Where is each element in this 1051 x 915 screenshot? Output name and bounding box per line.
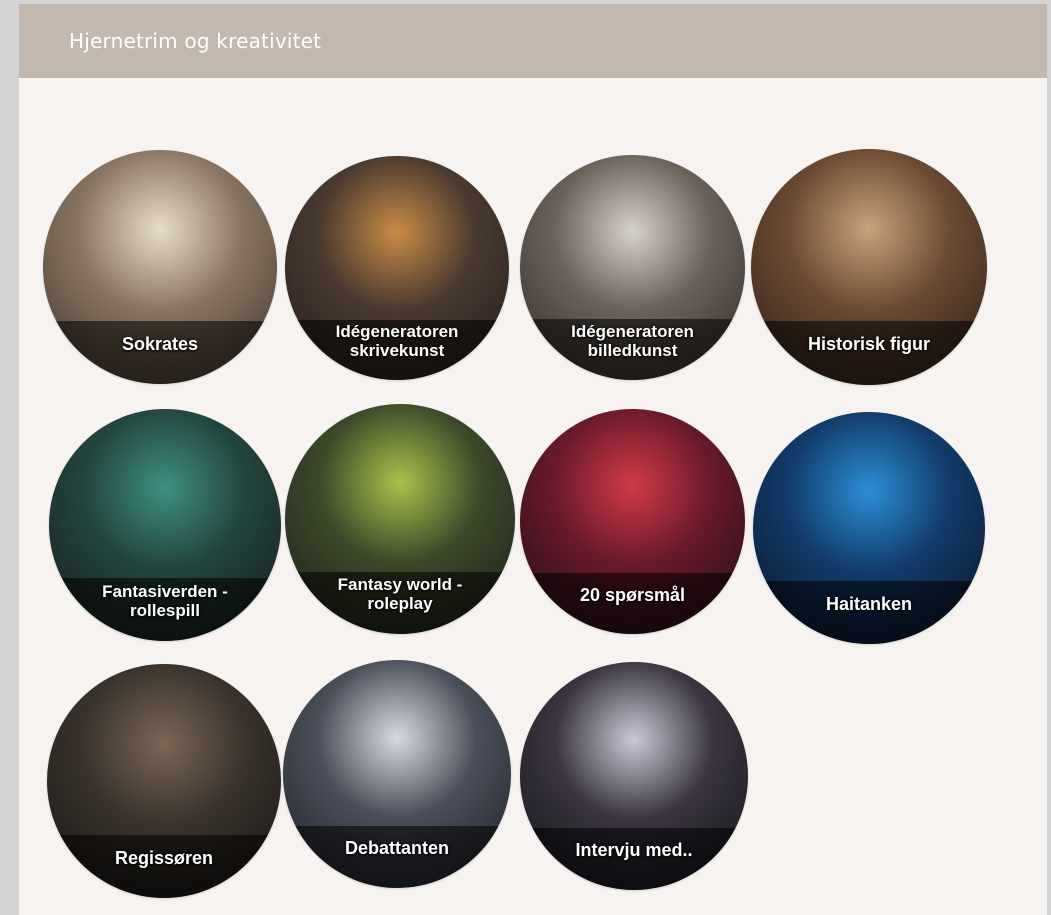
tile-label: Idégeneratoren skrivekunst (335, 321, 459, 360)
tile-historisk-figur[interactable]: Historisk figur (751, 149, 987, 385)
tile-label: 20 spørsmål (579, 584, 686, 605)
app-panel: Hjernetrim og kreativitet Sokrates Idége… (19, 4, 1047, 915)
tile-label: Historisk figur (807, 334, 931, 355)
tile-label: Fantasiverden - rollespill (102, 582, 228, 621)
tile-label: Debattanten (344, 838, 449, 859)
tile-regissoren[interactable]: Regissøren (47, 664, 281, 898)
tile-label: Sokrates (121, 333, 199, 354)
tile-debattanten[interactable]: Debattanten (283, 660, 511, 888)
tile-intervju-med[interactable]: Intervju med.. (520, 662, 748, 890)
page-header: Hjernetrim og kreativitet (19, 4, 1047, 78)
tile-label: Idégeneratoren billedkunst (571, 321, 694, 360)
tile-20-sporsmal[interactable]: 20 spørsmål (520, 409, 745, 634)
tile-label: Intervju med.. (575, 840, 693, 861)
tile-label: Regissøren (114, 847, 214, 868)
tile-label: Haitanken (825, 593, 913, 614)
tile-label: Fantasy world - roleplay (337, 575, 463, 614)
page-title: Hjernetrim og kreativitet (69, 29, 322, 53)
tile-idegeneratoren-billedkunst[interactable]: Idégeneratoren billedkunst (520, 155, 745, 380)
tile-haitanken[interactable]: Haitanken (753, 412, 985, 644)
tile-fantasy-world-roleplay[interactable]: Fantasy world - roleplay (285, 404, 515, 634)
tile-fantasiverden-rollespill[interactable]: Fantasiverden - rollespill (49, 409, 281, 641)
tile-idegeneratoren-skrivekunst[interactable]: Idégeneratoren skrivekunst (285, 156, 509, 380)
tile-sokrates[interactable]: Sokrates (43, 150, 277, 384)
